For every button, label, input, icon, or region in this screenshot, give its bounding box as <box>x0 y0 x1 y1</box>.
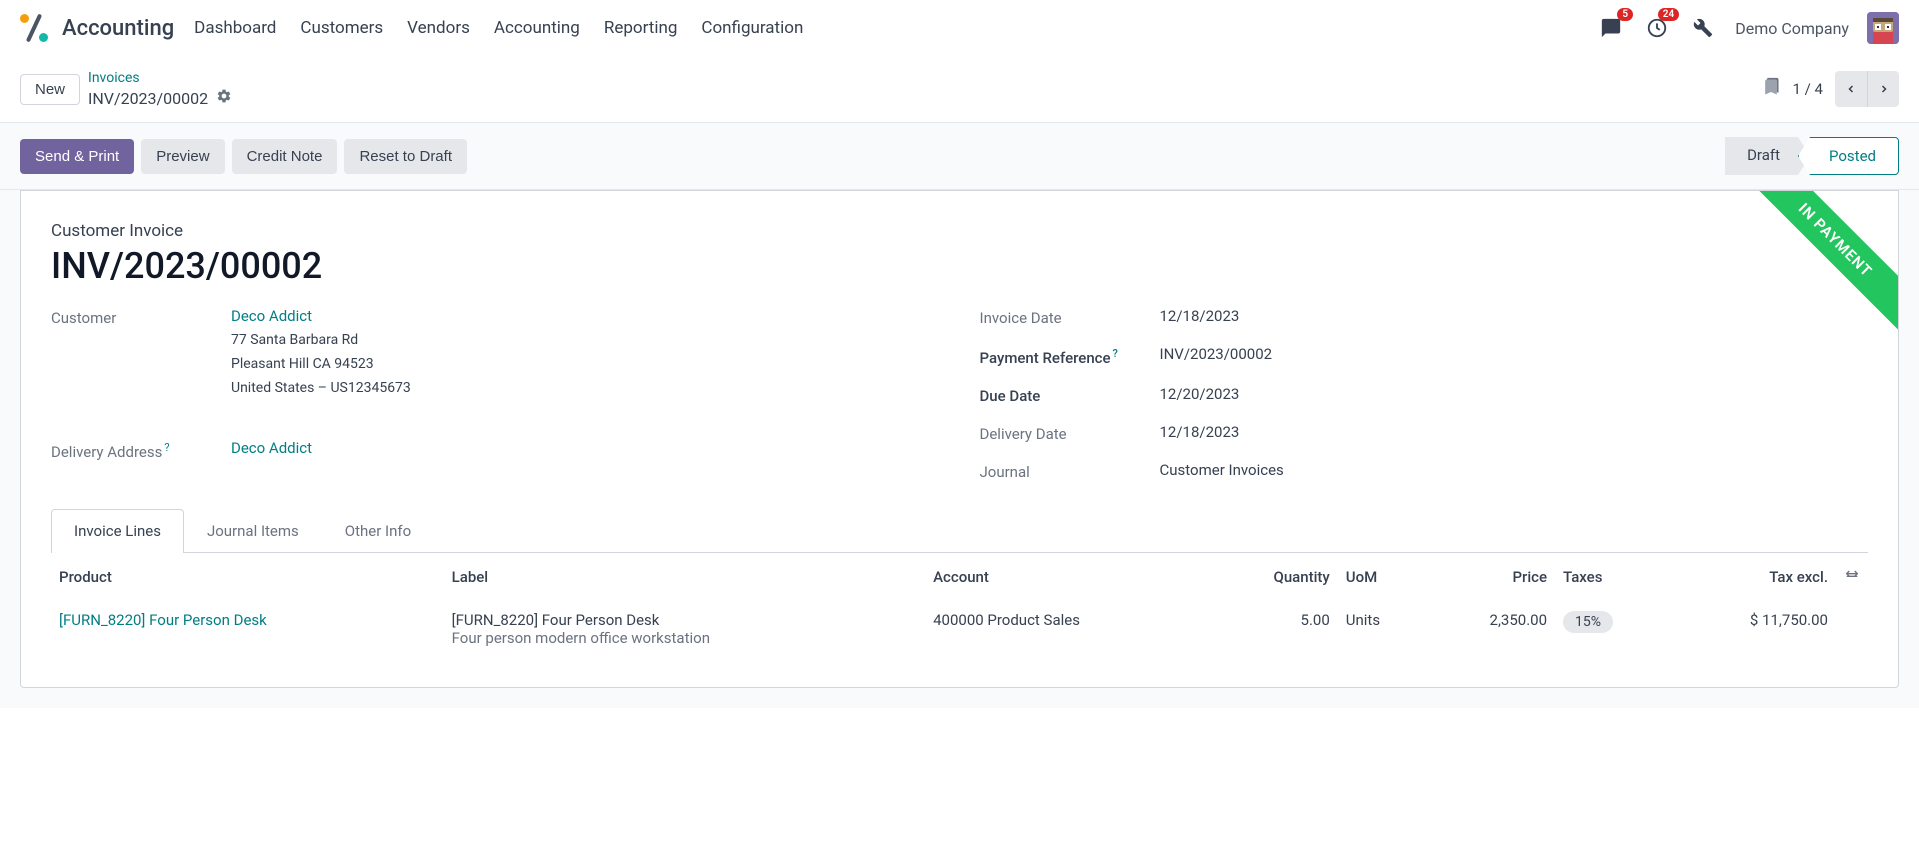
doc-title: INV/2023/00002 <box>51 245 1868 287</box>
credit-note-button[interactable]: Credit Note <box>232 139 338 174</box>
activities-badge: 24 <box>1658 8 1679 21</box>
tools-icon[interactable] <box>1689 14 1717 42</box>
delivery-address-link[interactable]: Deco Addict <box>231 439 940 457</box>
breadcrumb: Invoices INV/2023/00002 <box>88 70 232 108</box>
tab-other-info[interactable]: Other Info <box>322 509 434 552</box>
table-header-row: Product Label Account Quantity UoM Price… <box>51 553 1868 601</box>
nav-item-reporting[interactable]: Reporting <box>604 18 678 38</box>
breadcrumb-invoices[interactable]: Invoices <box>88 70 232 86</box>
cell-uom[interactable]: Units <box>1338 601 1426 657</box>
label-line2: Four person modern office workstation <box>452 629 917 647</box>
bookmark-icon[interactable] <box>1761 76 1781 102</box>
pager-arrows <box>1835 71 1899 107</box>
tax-badge: 15% <box>1563 611 1613 633</box>
field-col-right: Invoice Date 12/18/2023 Payment Referenc… <box>980 307 1869 481</box>
product-link[interactable]: [FURN_8220] Four Person Desk <box>59 611 267 629</box>
value-delivery-date[interactable]: 12/18/2023 <box>1160 423 1869 441</box>
label-payment-ref: Payment Reference? <box>980 345 1140 367</box>
breadcrumb-current-text: INV/2023/00002 <box>88 89 208 108</box>
nav-item-configuration[interactable]: Configuration <box>701 18 803 38</box>
nav-item-accounting[interactable]: Accounting <box>494 18 580 38</box>
th-taxes: Taxes <box>1555 553 1671 601</box>
label-delivery-address: Delivery Address? <box>51 439 211 461</box>
new-button[interactable]: New <box>20 74 80 105</box>
preview-button[interactable]: Preview <box>141 139 224 174</box>
navbar: Accounting Dashboard Customers Vendors A… <box>0 0 1919 56</box>
cell-price[interactable]: 2,350.00 <box>1426 601 1555 657</box>
address-country: United States – US12345673 <box>231 377 940 401</box>
th-tax-excl: Tax excl. <box>1671 553 1836 601</box>
app-logo[interactable] <box>20 14 48 42</box>
pager-prev[interactable] <box>1835 71 1867 107</box>
columns-options-icon[interactable] <box>1844 569 1860 587</box>
value-due-date[interactable]: 12/20/2023 <box>1160 385 1869 403</box>
pager-next[interactable] <box>1867 71 1899 107</box>
cell-quantity[interactable]: 5.00 <box>1211 601 1338 657</box>
doc-label: Customer Invoice <box>51 221 1868 241</box>
messages-badge: 5 <box>1617 8 1633 21</box>
label-line1: [FURN_8220] Four Person Desk <box>452 611 917 629</box>
value-journal[interactable]: Customer Invoices <box>1160 461 1869 479</box>
action-bar: Send & Print Preview Credit Note Reset t… <box>0 123 1919 190</box>
cell-account[interactable]: 400000 Product Sales <box>925 601 1211 657</box>
company-selector[interactable]: Demo Company <box>1735 19 1849 38</box>
field-grid: Customer Deco Addict 77 Santa Barbara Rd… <box>51 307 1868 481</box>
label-journal: Journal <box>980 461 1140 481</box>
value-payment-ref[interactable]: INV/2023/00002 <box>1160 345 1869 363</box>
customer-address: 77 Santa Barbara Rd Pleasant Hill CA 945… <box>231 329 940 400</box>
label-delivery-date: Delivery Date <box>980 423 1140 443</box>
sheet-container: IN PAYMENT Customer Invoice INV/2023/000… <box>0 190 1919 708</box>
help-delivery-icon[interactable]: ? <box>164 441 169 454</box>
label-invoice-date: Invoice Date <box>980 307 1140 327</box>
tab-invoice-lines[interactable]: Invoice Lines <box>51 509 184 553</box>
form-sheet: IN PAYMENT Customer Invoice INV/2023/000… <box>20 190 1899 688</box>
th-label: Label <box>444 553 925 601</box>
address-city: Pleasant Hill CA 94523 <box>231 353 940 377</box>
value-invoice-date[interactable]: 12/18/2023 <box>1160 307 1869 325</box>
field-col-left: Customer Deco Addict 77 Santa Barbara Rd… <box>51 307 940 481</box>
nav-item-customers[interactable]: Customers <box>300 18 383 38</box>
th-product: Product <box>51 553 444 601</box>
table-row[interactable]: [FURN_8220] Four Person Desk [FURN_8220]… <box>51 601 1868 657</box>
tab-journal-items[interactable]: Journal Items <box>184 509 322 552</box>
nav-item-vendors[interactable]: Vendors <box>407 18 470 38</box>
navbar-right: 5 24 Demo Company <box>1597 12 1899 44</box>
customer-link[interactable]: Deco Addict <box>231 307 940 325</box>
th-uom: UoM <box>1338 553 1426 601</box>
send-print-button[interactable]: Send & Print <box>20 139 134 174</box>
address-street: 77 Santa Barbara Rd <box>231 329 940 353</box>
app-title[interactable]: Accounting <box>62 16 174 41</box>
value-customer-block: Deco Addict 77 Santa Barbara Rd Pleasant… <box>231 307 940 400</box>
pager-text[interactable]: 1 / 4 <box>1793 80 1824 98</box>
cell-tax-excl: $ 11,750.00 <box>1671 601 1836 657</box>
cell-label[interactable]: [FURN_8220] Four Person Desk Four person… <box>444 601 925 657</box>
invoice-lines-table: Product Label Account Quantity UoM Price… <box>51 553 1868 657</box>
th-account: Account <box>925 553 1211 601</box>
tabs: Invoice Lines Journal Items Other Info <box>51 509 1868 553</box>
th-price: Price <box>1426 553 1555 601</box>
cell-taxes[interactable]: 15% <box>1555 601 1671 657</box>
status-draft[interactable]: Draft <box>1725 137 1810 175</box>
help-payment-ref-icon[interactable]: ? <box>1113 347 1118 360</box>
control-bar: New Invoices INV/2023/00002 1 / 4 <box>0 56 1919 122</box>
th-quantity: Quantity <box>1211 553 1338 601</box>
activities-icon[interactable]: 24 <box>1643 14 1671 42</box>
th-options <box>1836 553 1868 601</box>
status-bar: Draft Posted <box>1725 137 1899 175</box>
label-due-date: Due Date <box>980 385 1140 405</box>
label-customer: Customer <box>51 307 211 327</box>
user-avatar[interactable] <box>1867 12 1899 44</box>
nav-menu: Dashboard Customers Vendors Accounting R… <box>194 18 803 38</box>
control-right: 1 / 4 <box>1761 71 1900 107</box>
reset-draft-button[interactable]: Reset to Draft <box>344 139 467 174</box>
nav-item-dashboard[interactable]: Dashboard <box>194 18 276 38</box>
messages-icon[interactable]: 5 <box>1597 14 1625 42</box>
breadcrumb-current: INV/2023/00002 <box>88 88 232 108</box>
gear-icon[interactable] <box>216 88 232 108</box>
status-posted[interactable]: Posted <box>1798 137 1899 175</box>
